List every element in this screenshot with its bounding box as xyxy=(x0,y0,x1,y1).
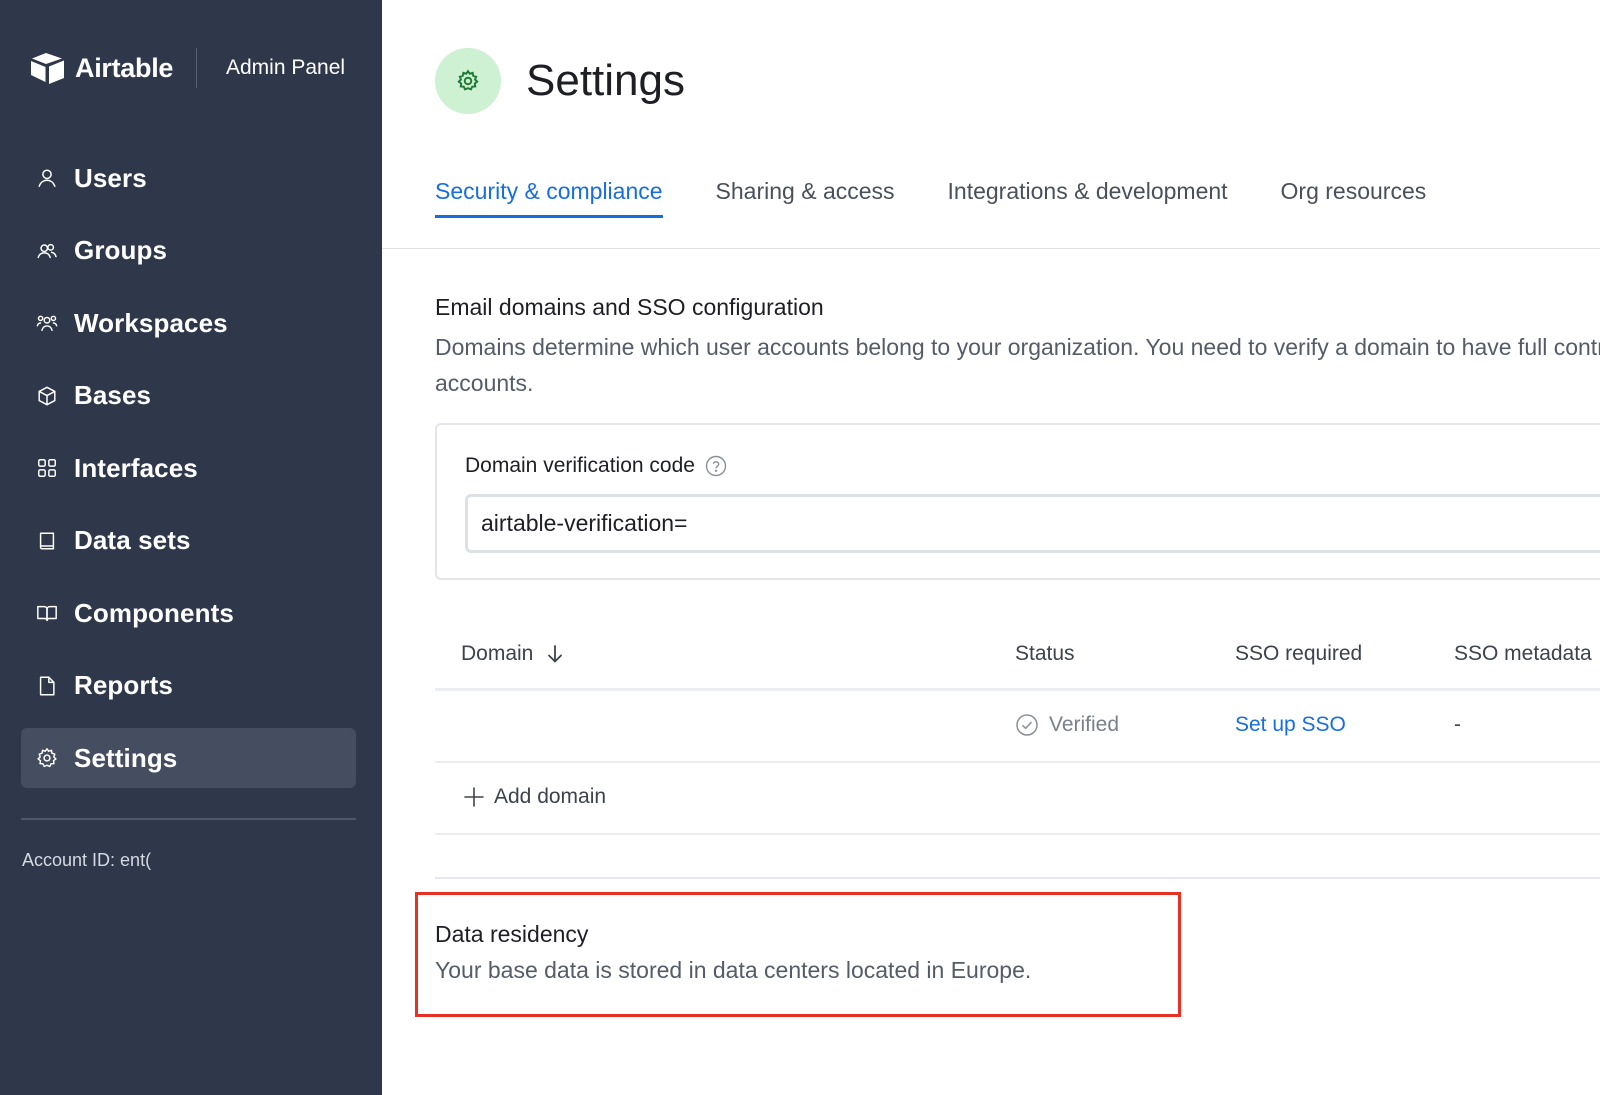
help-icon[interactable] xyxy=(705,455,727,477)
airtable-logo-icon xyxy=(31,53,64,84)
tab-sharing-access[interactable]: Sharing & access xyxy=(716,178,895,218)
sso-metadata-cell: - xyxy=(1454,713,1461,736)
sidebar-item-settings[interactable]: Settings xyxy=(21,728,356,788)
open-book-icon xyxy=(35,601,59,625)
set-up-sso-link[interactable]: Set up SSO xyxy=(1235,713,1346,737)
data-residency-description: Your base data is stored in data centers… xyxy=(435,957,1032,983)
sidebar-divider xyxy=(21,818,356,820)
sidebar-item-label: Workspaces xyxy=(74,307,228,338)
email-section-title: Email domains and SSO configuration xyxy=(435,294,824,320)
gear-icon xyxy=(35,746,59,770)
sidebar-item-label: Bases xyxy=(74,380,152,410)
brand-name: Airtable xyxy=(75,52,174,83)
status-cell: Verified xyxy=(1015,713,1119,737)
domain-verification-card: Domain verification code xyxy=(435,423,1600,580)
domain-verification-code-field[interactable] xyxy=(465,494,1600,553)
domain-verification-label-text: Domain verification code xyxy=(465,454,695,477)
tabs-divider xyxy=(382,248,1600,249)
sidebar-item-label: Users xyxy=(74,162,147,193)
column-header-sso-metadata[interactable]: SSO metadata xyxy=(1454,642,1592,666)
tab-security-compliance[interactable]: Security & compliance xyxy=(435,178,663,218)
sort-down-arrow-icon[interactable] xyxy=(545,643,565,665)
sidebar-item-bases[interactable]: Bases xyxy=(21,366,356,426)
plus-icon xyxy=(463,786,485,808)
file-icon xyxy=(35,674,59,698)
sidebar-item-label: Settings xyxy=(74,742,178,773)
domain-table-header: Domain Status SSO required SSO metadata xyxy=(435,628,1600,691)
main-content: Settings Security & compliance Sharing &… xyxy=(382,0,1600,1095)
column-header-domain[interactable]: Domain xyxy=(461,642,565,666)
sidebar-item-label: Interfaces xyxy=(74,452,198,483)
table-row[interactable]: Verified Set up SSO - xyxy=(435,691,1600,763)
add-domain-label: Add domain xyxy=(494,785,607,808)
column-header-status[interactable]: Status xyxy=(1015,642,1075,666)
sidebar-item-workspaces[interactable]: Workspaces xyxy=(21,293,356,353)
sidebar-item-label: Groups xyxy=(74,235,168,265)
brand[interactable]: Airtable xyxy=(29,46,173,90)
cube-icon xyxy=(35,384,59,408)
group-icon xyxy=(35,239,59,263)
sidebar-item-components[interactable]: Components xyxy=(21,583,356,643)
settings-tabs: Security & compliance Sharing & access I… xyxy=(435,178,1479,218)
settings-page-icon xyxy=(435,48,501,114)
data-residency-title: Data residency xyxy=(435,921,589,947)
sidebar-item-groups[interactable]: Groups xyxy=(21,221,356,281)
tab-org-resources[interactable]: Org resources xyxy=(1281,178,1427,218)
section-divider xyxy=(435,877,1600,879)
sidebar-nav: Users Groups Workspaces Bases Interfaces… xyxy=(21,148,356,801)
account-id: Account ID: ent( xyxy=(22,850,152,870)
sidebar-item-interfaces[interactable]: Interfaces xyxy=(21,438,356,498)
domain-table: Domain Status SSO required SSO metadata … xyxy=(435,628,1600,835)
user-icon xyxy=(35,166,59,190)
sidebar-item-label: Data sets xyxy=(74,525,191,555)
column-header-domain-label: Domain xyxy=(461,642,534,665)
tab-integrations-development[interactable]: Integrations & development xyxy=(948,178,1228,218)
sidebar-item-data-sets[interactable]: Data sets xyxy=(21,511,356,571)
data-residency-highlight xyxy=(415,892,1181,1017)
status-badge: Verified xyxy=(1049,713,1120,736)
column-header-sso-required[interactable]: SSO required xyxy=(1235,642,1362,666)
add-domain-row: Add domain xyxy=(435,763,1600,835)
workspaces-icon xyxy=(35,311,59,335)
gear-icon xyxy=(457,69,479,91)
sidebar-item-label: Components xyxy=(74,597,234,628)
book-icon xyxy=(35,529,59,553)
brand-divider xyxy=(196,48,197,88)
sidebar-item-users[interactable]: Users xyxy=(21,148,356,208)
grid-icon xyxy=(35,456,59,480)
page-title: Settings xyxy=(526,56,685,105)
domain-verification-label: Domain verification code xyxy=(465,454,727,478)
admin-panel-app: Airtable Admin Panel Users Groups Worksp… xyxy=(0,0,1600,1095)
sidebar: Airtable Admin Panel Users Groups Worksp… xyxy=(0,0,382,1095)
sidebar-item-label: Reports xyxy=(74,670,173,700)
check-circle-icon xyxy=(1015,713,1039,737)
email-section-description: Domains determine which user accounts be… xyxy=(435,334,1600,396)
brand-subtitle: Admin Panel xyxy=(226,56,346,79)
sidebar-item-reports[interactable]: Reports xyxy=(21,656,356,716)
add-domain-button[interactable]: Add domain xyxy=(463,785,606,809)
